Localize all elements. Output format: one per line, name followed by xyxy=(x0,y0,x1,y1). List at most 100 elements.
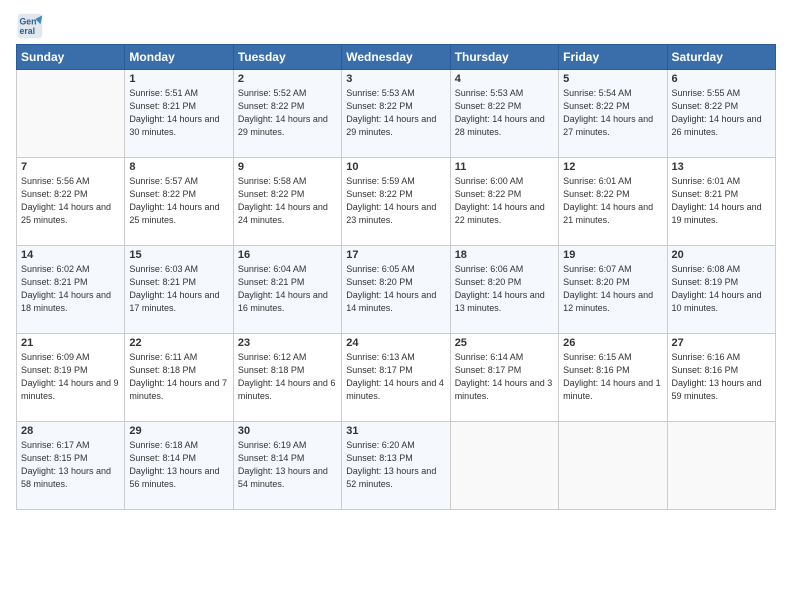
cell-details: Sunrise: 6:15 AM Sunset: 8:16 PM Dayligh… xyxy=(563,351,662,403)
calendar-cell: 7 Sunrise: 5:56 AM Sunset: 8:22 PM Daylig… xyxy=(17,158,125,246)
week-row-3: 14 Sunrise: 6:02 AM Sunset: 8:21 PM Dayli… xyxy=(17,246,776,334)
day-number: 7 xyxy=(21,161,120,173)
day-number: 4 xyxy=(455,73,554,85)
calendar-cell: 12 Sunrise: 6:01 AM Sunset: 8:22 PM Dayli… xyxy=(559,158,667,246)
calendar-cell: 22Sunrise: 6:11 AM Sunset: 8:18 PM Dayli… xyxy=(125,334,233,422)
cell-details: Sunrise: 6:01 AM Sunset: 8:22 PM Dayligh… xyxy=(563,175,662,227)
day-number: 18 xyxy=(455,249,554,261)
day-number: 9 xyxy=(238,161,337,173)
cell-details: Sunrise: 6:06 AM Sunset: 8:20 PM Dayligh… xyxy=(455,263,554,315)
cell-details: Sunrise: 6:05 AM Sunset: 8:20 PM Dayligh… xyxy=(346,263,445,315)
cell-details: Sunrise: 6:09 AM Sunset: 8:19 PM Dayligh… xyxy=(21,351,120,403)
calendar-cell: 10 Sunrise: 5:59 AM Sunset: 8:22 PM Dayli… xyxy=(342,158,450,246)
svg-text:Gen: Gen xyxy=(20,16,37,26)
calendar-table: SundayMondayTuesdayWednesdayThursdayFrid… xyxy=(16,44,776,510)
calendar-cell: 2 Sunrise: 5:52 AM Sunset: 8:22 PM Daylig… xyxy=(233,70,341,158)
logo: Gen eral xyxy=(16,12,48,40)
cell-details: Sunrise: 6:03 AM Sunset: 8:21 PM Dayligh… xyxy=(129,263,228,315)
day-number: 2 xyxy=(238,73,337,85)
cell-details: Sunrise: 5:53 AM Sunset: 8:22 PM Dayligh… xyxy=(346,87,445,139)
cell-details: Sunrise: 6:16 AM Sunset: 8:16 PM Dayligh… xyxy=(672,351,771,403)
cell-details: Sunrise: 6:00 AM Sunset: 8:22 PM Dayligh… xyxy=(455,175,554,227)
calendar-cell: 24 Sunrise: 6:13 AM Sunset: 8:17 PM Dayli… xyxy=(342,334,450,422)
calendar-cell: 21Sunrise: 6:09 AM Sunset: 8:19 PM Dayli… xyxy=(17,334,125,422)
cell-details: Sunrise: 6:07 AM Sunset: 8:20 PM Dayligh… xyxy=(563,263,662,315)
day-number: 26 xyxy=(563,337,662,349)
day-number: 20 xyxy=(672,249,771,261)
day-number: 17 xyxy=(346,249,445,261)
calendar-cell: 17 Sunrise: 6:05 AM Sunset: 8:20 PM Dayli… xyxy=(342,246,450,334)
logo-icon: Gen eral xyxy=(16,12,44,40)
calendar-cell: 14 Sunrise: 6:02 AM Sunset: 8:21 PM Dayli… xyxy=(17,246,125,334)
week-row-1: 1Sunrise: 5:51 AM Sunset: 8:21 PM Daylig… xyxy=(17,70,776,158)
day-number: 30 xyxy=(238,425,337,437)
week-row-2: 7 Sunrise: 5:56 AM Sunset: 8:22 PM Daylig… xyxy=(17,158,776,246)
calendar-cell: 27 Sunrise: 6:16 AM Sunset: 8:16 PM Dayli… xyxy=(667,334,775,422)
day-number: 13 xyxy=(672,161,771,173)
calendar-cell: 16Sunrise: 6:04 AM Sunset: 8:21 PM Dayli… xyxy=(233,246,341,334)
cell-details: Sunrise: 6:08 AM Sunset: 8:19 PM Dayligh… xyxy=(672,263,771,315)
day-number: 24 xyxy=(346,337,445,349)
cell-details: Sunrise: 5:54 AM Sunset: 8:22 PM Dayligh… xyxy=(563,87,662,139)
calendar-cell: 19Sunrise: 6:07 AM Sunset: 8:20 PM Dayli… xyxy=(559,246,667,334)
cell-details: Sunrise: 6:20 AM Sunset: 8:13 PM Dayligh… xyxy=(346,439,445,491)
calendar-cell: 5 Sunrise: 5:54 AM Sunset: 8:22 PM Daylig… xyxy=(559,70,667,158)
calendar-cell: 29 Sunrise: 6:18 AM Sunset: 8:14 PM Dayli… xyxy=(125,422,233,510)
day-number: 25 xyxy=(455,337,554,349)
cell-details: Sunrise: 6:02 AM Sunset: 8:21 PM Dayligh… xyxy=(21,263,120,315)
calendar-cell: 20 Sunrise: 6:08 AM Sunset: 8:19 PM Dayli… xyxy=(667,246,775,334)
calendar-cell: 23Sunrise: 6:12 AM Sunset: 8:18 PM Dayli… xyxy=(233,334,341,422)
cell-details: Sunrise: 6:18 AM Sunset: 8:14 PM Dayligh… xyxy=(129,439,228,491)
day-number: 28 xyxy=(21,425,120,437)
calendar-cell: 28 Sunrise: 6:17 AM Sunset: 8:15 PM Dayli… xyxy=(17,422,125,510)
day-number: 22 xyxy=(129,337,228,349)
calendar-cell: 8 Sunrise: 5:57 AM Sunset: 8:22 PM Daylig… xyxy=(125,158,233,246)
day-number: 12 xyxy=(563,161,662,173)
calendar-cell: 3 Sunrise: 5:53 AM Sunset: 8:22 PM Daylig… xyxy=(342,70,450,158)
cell-details: Sunrise: 5:55 AM Sunset: 8:22 PM Dayligh… xyxy=(672,87,771,139)
cell-details: Sunrise: 6:17 AM Sunset: 8:15 PM Dayligh… xyxy=(21,439,120,491)
cell-details: Sunrise: 6:14 AM Sunset: 8:17 PM Dayligh… xyxy=(455,351,554,403)
calendar-cell xyxy=(17,70,125,158)
day-number: 29 xyxy=(129,425,228,437)
day-number: 16 xyxy=(238,249,337,261)
calendar-cell: 26 Sunrise: 6:15 AM Sunset: 8:16 PM Dayli… xyxy=(559,334,667,422)
day-header-thursday: Thursday xyxy=(450,45,558,70)
day-number: 8 xyxy=(129,161,228,173)
day-number: 27 xyxy=(672,337,771,349)
week-row-5: 28 Sunrise: 6:17 AM Sunset: 8:15 PM Dayli… xyxy=(17,422,776,510)
day-number: 6 xyxy=(672,73,771,85)
cell-details: Sunrise: 5:56 AM Sunset: 8:22 PM Dayligh… xyxy=(21,175,120,227)
cell-details: Sunrise: 5:52 AM Sunset: 8:22 PM Dayligh… xyxy=(238,87,337,139)
cell-details: Sunrise: 5:57 AM Sunset: 8:22 PM Dayligh… xyxy=(129,175,228,227)
cell-details: Sunrise: 6:19 AM Sunset: 8:14 PM Dayligh… xyxy=(238,439,337,491)
header-row: SundayMondayTuesdayWednesdayThursdayFrid… xyxy=(17,45,776,70)
calendar-cell: 15 Sunrise: 6:03 AM Sunset: 8:21 PM Dayli… xyxy=(125,246,233,334)
cell-details: Sunrise: 5:58 AM Sunset: 8:22 PM Dayligh… xyxy=(238,175,337,227)
day-number: 10 xyxy=(346,161,445,173)
day-header-sunday: Sunday xyxy=(17,45,125,70)
calendar-cell xyxy=(667,422,775,510)
day-number: 5 xyxy=(563,73,662,85)
day-header-wednesday: Wednesday xyxy=(342,45,450,70)
svg-text:eral: eral xyxy=(20,26,36,36)
calendar-cell: 25 Sunrise: 6:14 AM Sunset: 8:17 PM Dayli… xyxy=(450,334,558,422)
day-header-tuesday: Tuesday xyxy=(233,45,341,70)
day-number: 14 xyxy=(21,249,120,261)
cell-details: Sunrise: 6:12 AM Sunset: 8:18 PM Dayligh… xyxy=(238,351,337,403)
calendar-cell: 13 Sunrise: 6:01 AM Sunset: 8:21 PM Dayli… xyxy=(667,158,775,246)
calendar-cell: 4Sunrise: 5:53 AM Sunset: 8:22 PM Daylig… xyxy=(450,70,558,158)
cell-details: Sunrise: 5:59 AM Sunset: 8:22 PM Dayligh… xyxy=(346,175,445,227)
day-header-monday: Monday xyxy=(125,45,233,70)
calendar-cell: 11 Sunrise: 6:00 AM Sunset: 8:22 PM Dayli… xyxy=(450,158,558,246)
week-row-4: 21Sunrise: 6:09 AM Sunset: 8:19 PM Dayli… xyxy=(17,334,776,422)
cell-details: Sunrise: 6:13 AM Sunset: 8:17 PM Dayligh… xyxy=(346,351,445,403)
day-number: 15 xyxy=(129,249,228,261)
calendar-cell xyxy=(559,422,667,510)
header: Gen eral xyxy=(16,12,776,40)
cell-details: Sunrise: 5:51 AM Sunset: 8:21 PM Dayligh… xyxy=(129,87,228,139)
calendar-cell xyxy=(450,422,558,510)
cell-details: Sunrise: 6:01 AM Sunset: 8:21 PM Dayligh… xyxy=(672,175,771,227)
day-number: 11 xyxy=(455,161,554,173)
day-number: 3 xyxy=(346,73,445,85)
